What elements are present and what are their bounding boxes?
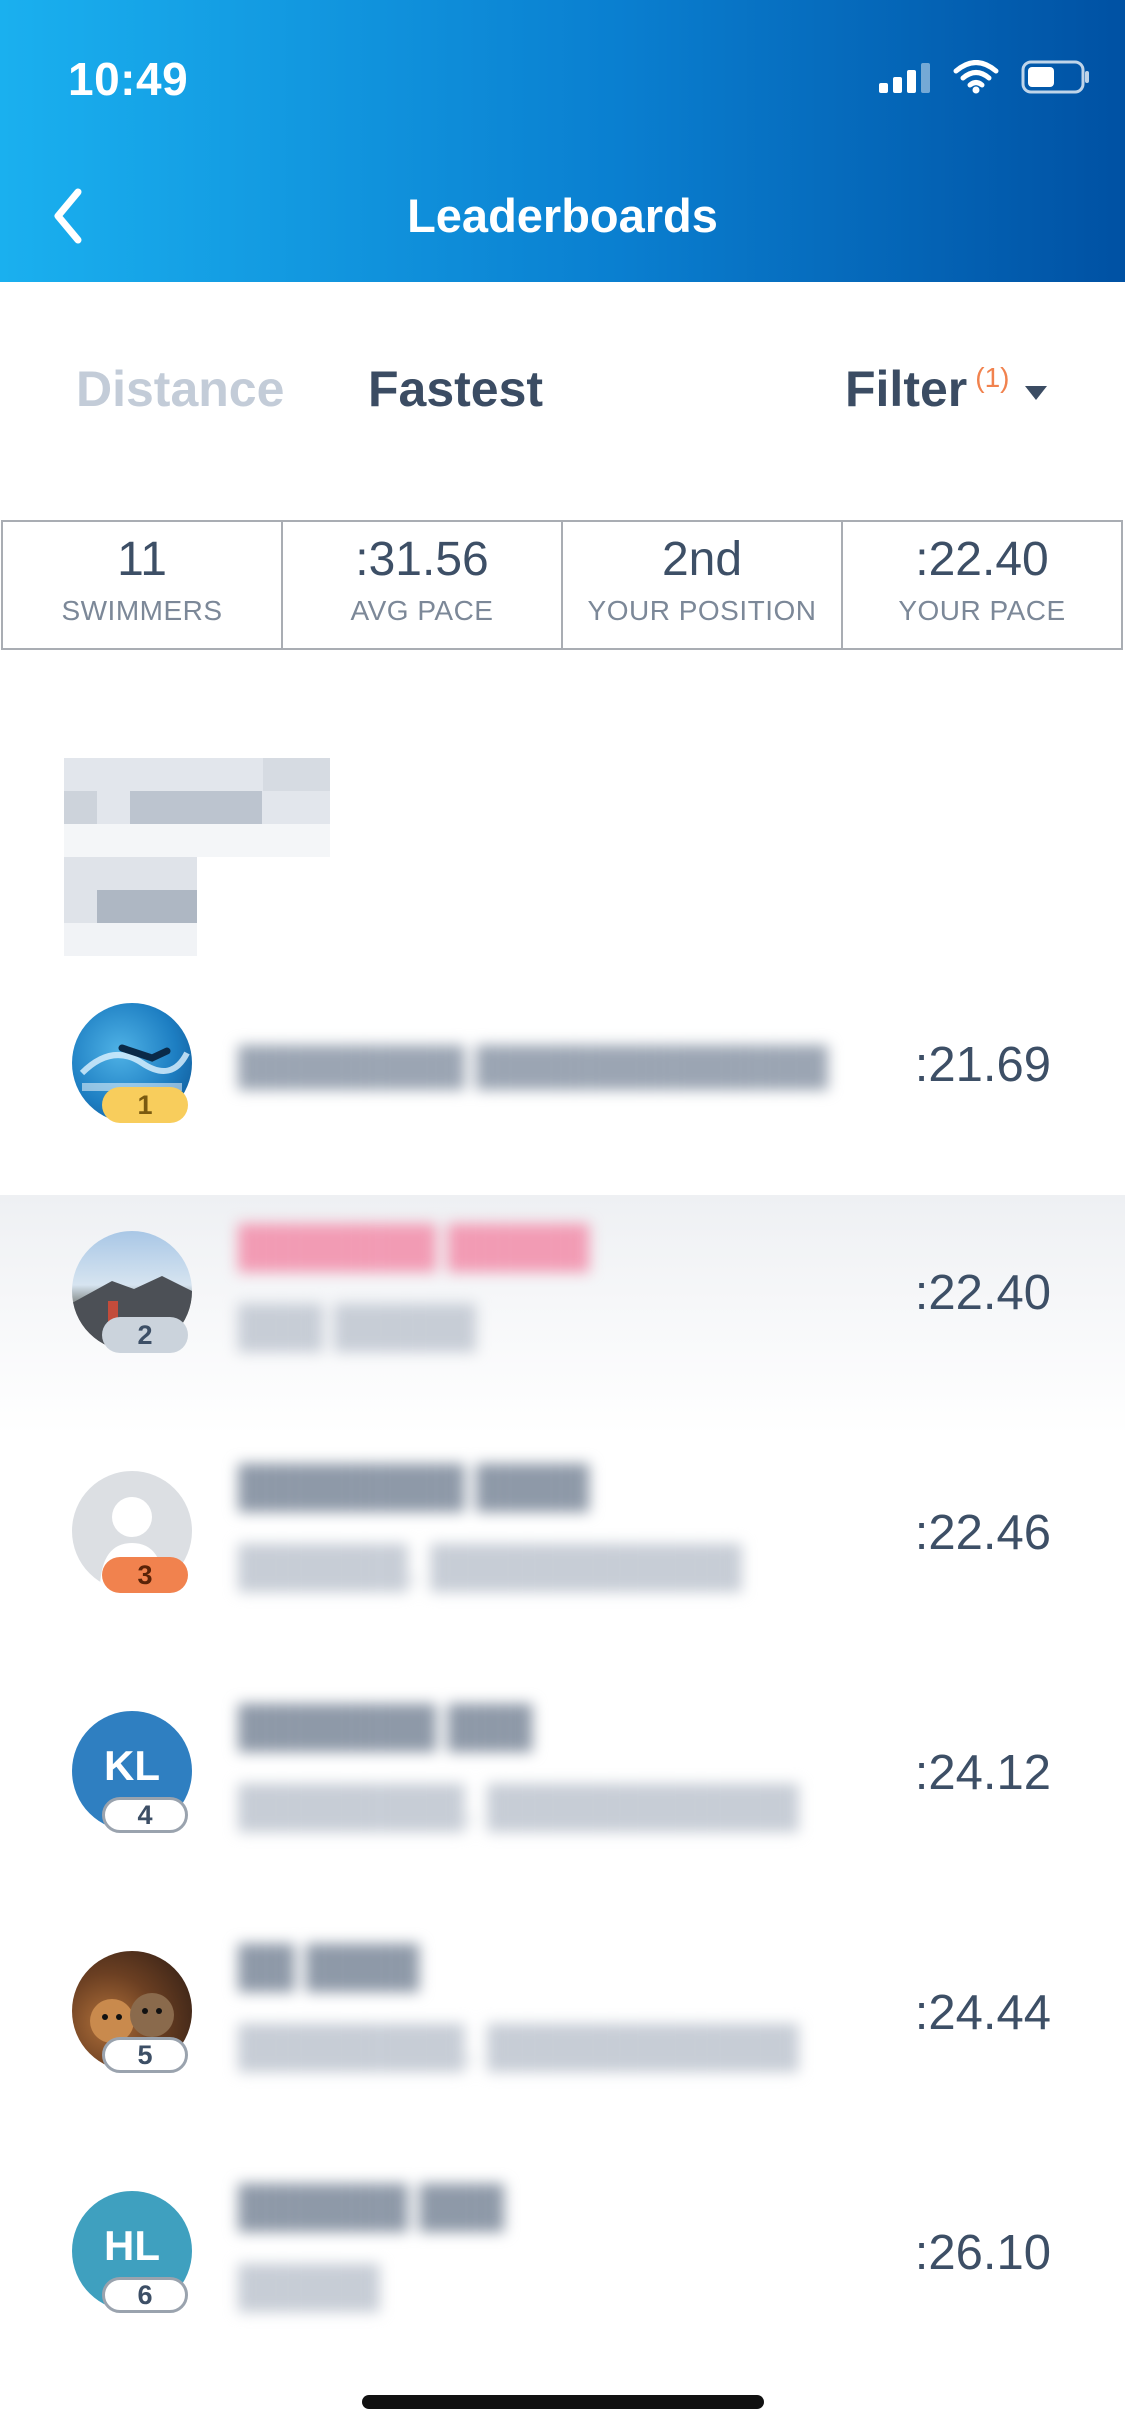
pace-value: :22.40 — [914, 1266, 1051, 1320]
rank-badge: 3 — [102, 1557, 188, 1593]
filter-count-badge: (1) — [975, 362, 1010, 393]
filter-dropdown[interactable]: Filter (1) — [845, 360, 1048, 418]
redacted-swimmer-detail: ██████, ███████████ — [238, 1545, 743, 1589]
leaderboard-row[interactable]: 1 ████████ ██████████████ :21.69 — [0, 945, 1125, 1185]
stat-your-pace: :22.40 YOUR PACE — [843, 522, 1121, 648]
redacted-swimmer-detail: █████ — [238, 2265, 380, 2309]
cellular-signal-icon — [879, 63, 930, 93]
redacted-section-title — [64, 758, 330, 956]
filter-label: Filter — [845, 361, 968, 417]
tab-distance[interactable]: Distance — [76, 360, 284, 418]
stat-value: :22.40 — [915, 533, 1049, 586]
leaderboard-row[interactable]: HL 6 ██████ ███ █████ :26.10 — [0, 2155, 1125, 2395]
stat-value: :31.56 — [355, 533, 489, 586]
home-indicator[interactable] — [362, 2395, 764, 2409]
battery-icon — [1021, 60, 1089, 94]
leaderboard-row[interactable]: 5 ██ ████ ████████, ███████████ :24.44 — [0, 1915, 1125, 2155]
redacted-swimmer-detail: ████████, ███████████ — [238, 1785, 799, 1829]
rank-badge: 4 — [102, 1797, 188, 1833]
rank-badge: 6 — [102, 2277, 188, 2313]
redacted-swimmer-detail: ████████, ███████████ — [238, 2025, 799, 2069]
redacted-swimmer-name: ██████ ███ — [238, 2185, 505, 2229]
tab-fastest[interactable]: Fastest — [368, 360, 543, 418]
pace-value: :22.46 — [914, 1506, 1051, 1560]
stat-label: YOUR PACE — [898, 595, 1066, 626]
status-icons — [879, 60, 1091, 94]
stats-summary: 11 SWIMMERS :31.56 AVG PACE 2nd YOUR POS… — [1, 520, 1123, 650]
status-time: 10:49 — [68, 53, 189, 105]
app-header: 10:49 Leaderboards — [0, 0, 1125, 282]
stat-label: SWIMMERS — [61, 595, 223, 626]
rank-badge: 2 — [102, 1317, 188, 1353]
avatar-initials-text: KL — [104, 1742, 160, 1789]
avatar-initials-text: HL — [104, 2222, 160, 2269]
leaderboard-tabs: Distance Fastest Filter (1) — [0, 360, 1125, 430]
pace-value: :24.44 — [914, 1986, 1051, 2040]
redacted-swimmer-name: ███████ ███ — [238, 1705, 533, 1749]
redacted-swimmer-name: ███████ █████ — [238, 1225, 590, 1269]
stat-value: 11 — [117, 533, 167, 586]
pace-value: :26.10 — [914, 2226, 1051, 2280]
redacted-swimmer-name: ████████ ██████████████ — [238, 1045, 828, 1089]
redacted-swimmer-detail: ███ █████ — [238, 1305, 476, 1349]
caret-down-icon — [1025, 386, 1048, 400]
stat-avg-pace: :31.56 AVG PACE — [283, 522, 563, 648]
stat-value: 2nd — [661, 533, 743, 586]
stat-label: YOUR POSITION — [587, 595, 817, 626]
stat-label: AVG PACE — [350, 595, 494, 626]
stat-swimmers: 11 SWIMMERS — [3, 522, 283, 648]
rank-badge: 1 — [102, 1087, 188, 1123]
pace-value: :21.69 — [914, 1038, 1051, 1092]
redacted-swimmer-name: ██ ████ — [238, 1945, 420, 1989]
stat-your-position: 2nd YOUR POSITION — [563, 522, 843, 648]
rank-badge: 5 — [102, 2037, 188, 2073]
leaderboard-row-current-user[interactable]: 2 ███████ █████ ███ █████ :22.40 — [0, 1195, 1125, 1435]
wifi-icon — [953, 60, 999, 94]
leaderboard-row[interactable]: 3 ████████ ████ ██████, ███████████ :22.… — [0, 1435, 1125, 1675]
leaderboard-row[interactable]: KL 4 ███████ ███ ████████, ███████████ :… — [0, 1675, 1125, 1915]
pace-value: :24.12 — [914, 1746, 1051, 1800]
page-title: Leaderboards — [407, 189, 718, 242]
redacted-swimmer-name: ████████ ████ — [238, 1465, 590, 1509]
